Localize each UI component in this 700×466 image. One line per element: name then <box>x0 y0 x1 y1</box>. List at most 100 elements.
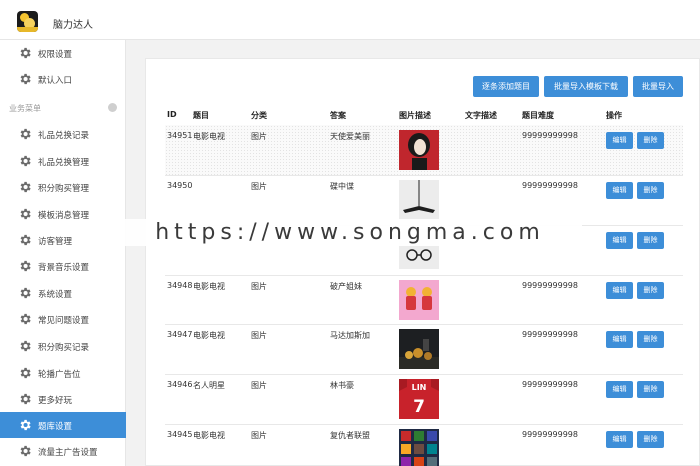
cell-difficulty: 99999999998 <box>522 181 578 190</box>
row-divider <box>165 424 683 425</box>
sidebar-item-3[interactable]: 积分购买管理 <box>0 174 126 200</box>
sidebar-section-title: 业务菜单 <box>9 104 41 113</box>
gear-icon <box>20 313 31 325</box>
cell-answer: 天使爱美丽 <box>330 132 370 141</box>
sidebar-item-label: 更多好玩 <box>38 396 73 406</box>
sidebar-item-label: 题库设置 <box>38 422 73 432</box>
cell-title: 名人明星 <box>193 381 225 390</box>
cell-id: 34951 <box>167 131 193 140</box>
cell-title: 电影电视 <box>193 132 225 141</box>
sidebar-item-8[interactable]: 常见问题设置 <box>0 306 126 332</box>
sidebar-item-13[interactable]: 流量主广告设置 <box>0 438 126 464</box>
edit-button[interactable]: 编辑 <box>606 431 633 448</box>
gear-icon <box>20 367 31 379</box>
cell-category: 图片 <box>251 132 267 141</box>
cell-title: 电影电视 <box>193 282 225 291</box>
sidebar-item-11[interactable]: 更多好玩 <box>0 386 126 412</box>
sidebar-item-1[interactable]: 礼品兑换记录 <box>0 121 126 147</box>
sidebar-item-permissions[interactable]: 权限设置 <box>0 40 126 66</box>
cell-id: 34948 <box>167 281 193 290</box>
cell-id: 34950 <box>167 181 193 190</box>
thumbnail-image[interactable] <box>399 180 439 220</box>
column-header-text-desc: 文字描述 <box>465 111 497 120</box>
sidebar-item-label: 系统设置 <box>38 290 73 300</box>
cell-title: 电影电视 <box>193 331 225 340</box>
column-header-difficulty: 题目难度 <box>522 111 554 120</box>
delete-button[interactable]: 删除 <box>637 381 664 398</box>
column-header-answer: 答案 <box>330 111 346 120</box>
cell-category: 图片 <box>251 282 267 291</box>
sidebar-item-10[interactable]: 轮播广告位 <box>0 360 126 386</box>
gear-icon <box>20 445 31 457</box>
cell-difficulty: 99999999998 <box>522 380 578 389</box>
sidebar-item-label: 访客管理 <box>38 237 73 247</box>
cell-answer: 破产姐妹 <box>330 282 362 291</box>
app-logo-icon[interactable] <box>17 11 38 32</box>
section-toggle-icon[interactable] <box>108 103 117 112</box>
edit-button[interactable]: 编辑 <box>606 331 633 348</box>
gear-icon <box>20 73 31 85</box>
gear-icon <box>20 287 31 299</box>
app-title: 脑力达人 <box>53 20 93 31</box>
sidebar-item-label: 模板消息管理 <box>38 211 90 221</box>
delete-button[interactable]: 删除 <box>637 431 664 448</box>
edit-button[interactable]: 编辑 <box>606 132 633 149</box>
thumbnail-image[interactable] <box>399 280 439 320</box>
gear-icon <box>20 260 31 272</box>
sidebar-item-label: 流量主广告设置 <box>38 448 98 458</box>
sidebar: 权限设置 默认入口 业务菜单 礼品兑换记录礼品兑换管理 积分购买管理模板消息管理访… <box>0 40 126 466</box>
edit-button[interactable]: 编辑 <box>606 182 633 199</box>
delete-button[interactable]: 删除 <box>637 331 664 348</box>
sidebar-item-5[interactable]: 访客管理 <box>0 227 126 253</box>
edit-button[interactable]: 编辑 <box>606 232 633 249</box>
gear-icon <box>20 181 31 193</box>
delete-button[interactable]: 删除 <box>637 182 664 199</box>
sidebar-item-2[interactable]: 礼品兑换管理 <box>0 148 126 174</box>
cell-category: 图片 <box>251 331 267 340</box>
sidebar-item-12[interactable]: 题库设置 <box>0 412 126 438</box>
sidebar-item-6[interactable]: 背景音乐设置 <box>0 253 126 279</box>
thumbnail-image[interactable] <box>399 329 439 369</box>
thumbnail-image[interactable]: LIN 7 <box>399 379 439 419</box>
gear-icon <box>20 208 31 220</box>
add-question-button[interactable]: 逐条添加题目 <box>473 76 539 97</box>
sidebar-item-label: 轮播广告位 <box>38 370 81 380</box>
sidebar-item-label: 积分购买记录 <box>38 343 90 353</box>
cell-category: 图片 <box>251 182 267 191</box>
batch-import-button[interactable]: 批量导入 <box>633 76 683 97</box>
column-header-category: 分类 <box>251 111 267 120</box>
edit-button[interactable]: 编辑 <box>606 282 633 299</box>
gear-icon <box>20 47 31 59</box>
delete-button[interactable]: 删除 <box>637 282 664 299</box>
sidebar-item-7[interactable]: 系统设置 <box>0 280 126 306</box>
sidebar-item-default-entry[interactable]: 默认入口 <box>0 66 126 92</box>
thumbnail-image[interactable] <box>399 130 439 170</box>
cell-difficulty: 99999999998 <box>522 430 578 439</box>
cell-answer: 碟中谍 <box>330 182 354 191</box>
sidebar-item-label: 默认入口 <box>38 76 73 86</box>
column-header-actions: 操作 <box>606 111 622 120</box>
gear-icon <box>20 393 31 405</box>
svg-text:LIN: LIN <box>412 383 427 392</box>
svg-text:7: 7 <box>413 397 425 417</box>
row-divider <box>165 175 683 176</box>
edit-button[interactable]: 编辑 <box>606 381 633 398</box>
column-header-id: ID <box>167 110 177 119</box>
thumbnail-image[interactable] <box>399 429 439 466</box>
download-template-button[interactable]: 批量导入模板下载 <box>544 76 628 97</box>
cell-answer: 林书豪 <box>330 381 354 390</box>
gear-icon <box>20 155 31 167</box>
column-header-title: 题目 <box>193 111 209 120</box>
cell-answer: 复仇者联盟 <box>330 431 370 440</box>
sidebar-item-label: 背景音乐设置 <box>38 263 90 273</box>
top-bar: 脑力达人 <box>0 0 700 40</box>
sidebar-item-4[interactable]: 模板消息管理 <box>0 201 126 227</box>
sidebar-item-label: 礼品兑换记录 <box>38 131 90 141</box>
sidebar-item-9[interactable]: 积分购买记录 <box>0 333 126 359</box>
row-divider <box>165 374 683 375</box>
delete-button[interactable]: 删除 <box>637 232 664 249</box>
delete-button[interactable]: 删除 <box>637 132 664 149</box>
cell-difficulty: 99999999998 <box>522 131 578 140</box>
gear-icon <box>20 128 31 140</box>
cell-category: 图片 <box>251 431 267 440</box>
